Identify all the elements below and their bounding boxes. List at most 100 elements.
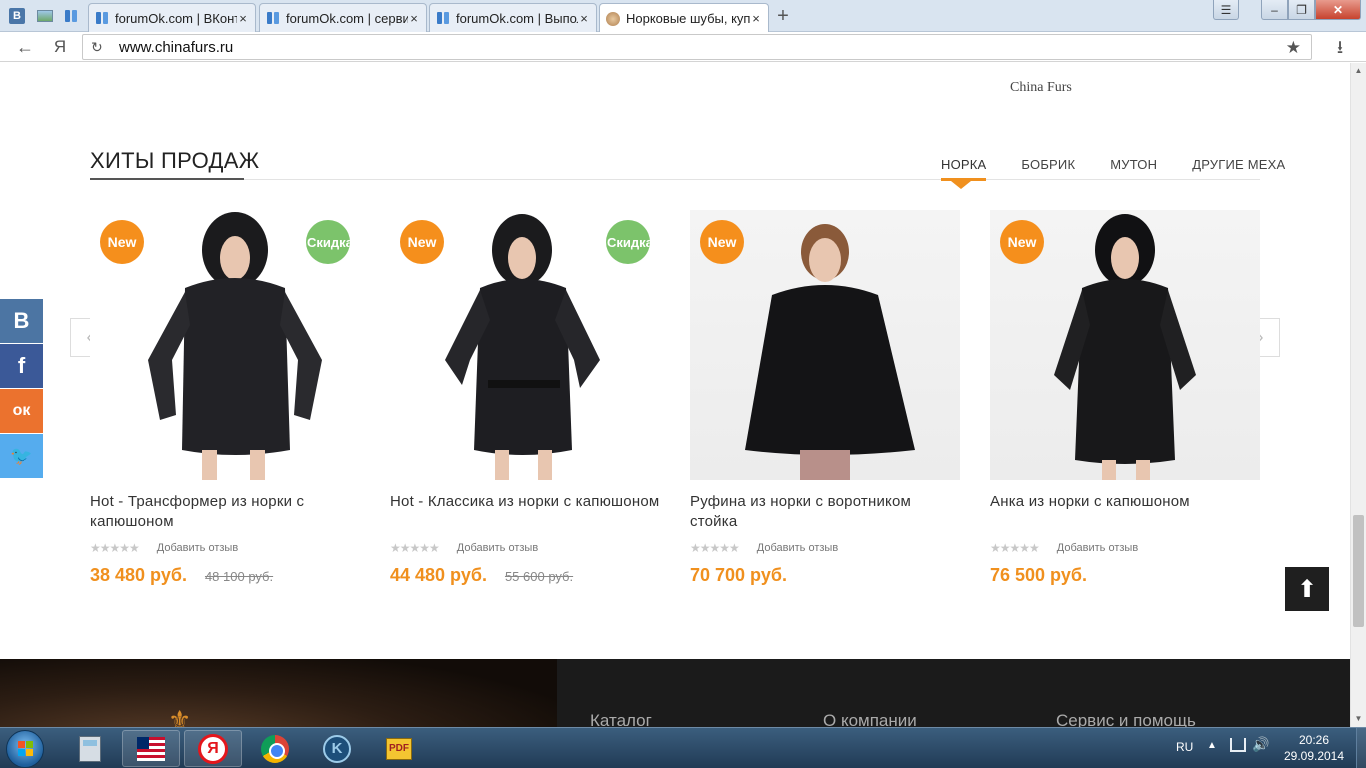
facebook-icon: f bbox=[17, 353, 26, 378]
rating-stars-icon: ★★★★★ bbox=[390, 541, 440, 555]
footer-fur-banner: ⚜ bbox=[0, 659, 557, 727]
browser-tab[interactable]: forumOk.com | ВКонт × bbox=[88, 3, 256, 32]
add-review-link[interactable]: Добавить отзыв bbox=[157, 542, 238, 554]
scroll-up-icon[interactable]: ▲ bbox=[1351, 63, 1366, 79]
language-indicator[interactable]: RU bbox=[1176, 740, 1193, 754]
tab-title: forumOk.com | Выпол bbox=[456, 10, 578, 26]
close-icon: ✕ bbox=[1332, 2, 1344, 17]
product-name[interactable]: Hot - Классика из норки с капюшоном bbox=[390, 492, 660, 512]
tab-other-furs[interactable]: ДРУГИЕ МЕХА bbox=[1192, 157, 1285, 172]
hamburger-icon: ☰ bbox=[1220, 2, 1232, 17]
browser-tab-active[interactable]: Норковые шубы, куп × bbox=[599, 3, 769, 33]
browser-tab[interactable]: forumOk.com | серви × bbox=[259, 3, 427, 32]
address-bar-row: ← Я ↻ www.chinafurs.ru ★ ⭳ bbox=[0, 32, 1366, 62]
tab-mouton[interactable]: МУТОН bbox=[1110, 157, 1157, 172]
close-tab-icon[interactable]: × bbox=[237, 11, 249, 26]
twitter-icon: 🐦 bbox=[10, 445, 33, 466]
clock-date: 29.09.2014 bbox=[1283, 749, 1345, 763]
close-window-button[interactable]: ✕ bbox=[1315, 0, 1361, 20]
minimize-button[interactable]: – bbox=[1261, 0, 1288, 20]
product-image[interactable]: New Скидка bbox=[90, 210, 360, 480]
product-card[interactable]: New Скидка Hot - Трансформер из норки с … bbox=[90, 210, 360, 585]
tab-beaver[interactable]: БОБРИК bbox=[1021, 157, 1075, 172]
network-icon[interactable] bbox=[1230, 738, 1246, 752]
calculator-icon bbox=[79, 735, 101, 762]
vk-share-button[interactable]: В bbox=[0, 299, 43, 343]
product-rating: ★★★★★ Добавить отзыв bbox=[90, 541, 238, 555]
tab-title: Норковые шубы, куп bbox=[626, 11, 750, 26]
product-price: 44 480 руб. bbox=[390, 565, 487, 585]
odnoklassniki-share-button[interactable]: ок bbox=[0, 389, 43, 433]
maximize-icon: ❐ bbox=[1296, 2, 1307, 17]
start-button[interactable] bbox=[6, 730, 44, 768]
url-field[interactable]: ↻ www.chinafurs.ru ★ bbox=[82, 34, 1312, 60]
product-image[interactable]: New bbox=[990, 210, 1260, 480]
footer-heading-service[interactable]: Сервис и помощь bbox=[1056, 711, 1196, 727]
product-card[interactable]: New Анка из норки с капюшоном ★★★★★ Доба… bbox=[990, 210, 1260, 585]
product-image[interactable]: New Скидка bbox=[390, 210, 660, 480]
product-old-price: 48 100 руб. bbox=[204, 569, 274, 584]
downloads-button[interactable]: ⭳ bbox=[1330, 36, 1350, 58]
bookmark-star-icon[interactable]: ★ bbox=[1286, 38, 1301, 58]
product-price-row: 76 500 руб. bbox=[990, 565, 1087, 586]
site-footer: ⚜ Каталог О компании Сервис и помощь bbox=[0, 659, 1350, 727]
product-image[interactable]: New bbox=[690, 210, 960, 480]
product-price: 38 480 руб. bbox=[90, 565, 187, 585]
browser-menu-button[interactable]: ☰ bbox=[1213, 0, 1239, 20]
page-scrollbar[interactable]: ▲ ▼ bbox=[1350, 63, 1366, 727]
product-name[interactable]: Hot - Трансформер из норки с капюшоном bbox=[90, 492, 360, 532]
pdf-icon: PDF bbox=[386, 737, 412, 760]
arrow-up-icon: ⬆ bbox=[1296, 575, 1318, 603]
calculator-taskbar-button[interactable] bbox=[61, 730, 119, 767]
footer-heading-about[interactable]: О компании bbox=[823, 711, 917, 727]
active-tab-caret bbox=[951, 181, 971, 189]
product-rating: ★★★★★ Добавить отзыв bbox=[690, 541, 838, 555]
volume-icon[interactable]: 🔊 bbox=[1252, 736, 1269, 753]
flag-app-taskbar-button[interactable] bbox=[122, 730, 180, 767]
scroll-down-icon[interactable]: ▼ bbox=[1351, 711, 1366, 727]
close-tab-icon[interactable]: × bbox=[408, 11, 420, 26]
product-old-price: 55 600 руб. bbox=[504, 569, 574, 584]
new-badge: New bbox=[1000, 220, 1044, 264]
minimize-icon: – bbox=[1271, 2, 1278, 17]
footer-heading-catalog[interactable]: Каталог bbox=[590, 711, 652, 727]
twitter-share-button[interactable]: 🐦 bbox=[0, 434, 43, 478]
forumok-icon bbox=[64, 10, 78, 22]
forumok-icon bbox=[436, 12, 450, 24]
product-name[interactable]: Анка из норки с капюшоном bbox=[990, 492, 1260, 512]
category-tabs: НОРКА БОБРИК МУТОН ДРУГИЕ МЕХА bbox=[941, 157, 1285, 181]
product-name[interactable]: Руфина из норки с воротником стойка bbox=[690, 492, 960, 532]
product-card[interactable]: New Скидка Hot - Классика из норки с кап… bbox=[390, 210, 660, 585]
chinafurs-favicon-icon bbox=[606, 11, 620, 26]
facebook-share-button[interactable]: f bbox=[0, 344, 43, 388]
yandex-browser-icon: Я bbox=[198, 733, 228, 764]
yandex-browser-taskbar-button[interactable]: Я bbox=[184, 730, 242, 767]
close-tab-icon[interactable]: × bbox=[750, 11, 762, 26]
product-card[interactable]: New Руфина из норки с воротником стойка … bbox=[690, 210, 960, 585]
back-button[interactable]: ← bbox=[14, 36, 36, 58]
scroll-to-top-button[interactable]: ⬆ bbox=[1285, 567, 1329, 611]
forumok-pinned-tab[interactable] bbox=[58, 3, 84, 29]
add-review-link[interactable]: Добавить отзыв bbox=[457, 542, 538, 554]
system-clock[interactable]: 20:26 29.09.2014 bbox=[1282, 732, 1346, 764]
add-review-link[interactable]: Добавить отзыв bbox=[1057, 542, 1138, 554]
product-rating: ★★★★★ Добавить отзыв bbox=[990, 541, 1138, 555]
new-tab-button[interactable]: + bbox=[773, 6, 793, 26]
image-icon bbox=[37, 10, 53, 22]
vk-pinned-tab[interactable]: В bbox=[4, 3, 30, 29]
scrollbar-thumb[interactable] bbox=[1353, 515, 1364, 627]
tray-expand-icon[interactable]: ▲ bbox=[1207, 740, 1217, 751]
yandex-logo-button[interactable]: Я bbox=[52, 36, 68, 58]
chrome-taskbar-button[interactable] bbox=[246, 730, 304, 767]
image-pinned-tab[interactable] bbox=[32, 3, 58, 29]
add-review-link[interactable]: Добавить отзыв bbox=[757, 542, 838, 554]
pdf-app-taskbar-button[interactable]: PDF bbox=[370, 730, 428, 767]
k-app-taskbar-button[interactable]: K bbox=[308, 730, 366, 767]
tab-mink[interactable]: НОРКА bbox=[941, 157, 987, 181]
odnoklassniki-icon: ок bbox=[12, 402, 31, 419]
reload-icon[interactable]: ↻ bbox=[91, 39, 107, 56]
show-desktop-button[interactable] bbox=[1356, 728, 1366, 768]
browser-tab[interactable]: forumOk.com | Выпол × bbox=[429, 3, 597, 32]
close-tab-icon[interactable]: × bbox=[578, 11, 590, 26]
maximize-button[interactable]: ❐ bbox=[1288, 0, 1315, 20]
